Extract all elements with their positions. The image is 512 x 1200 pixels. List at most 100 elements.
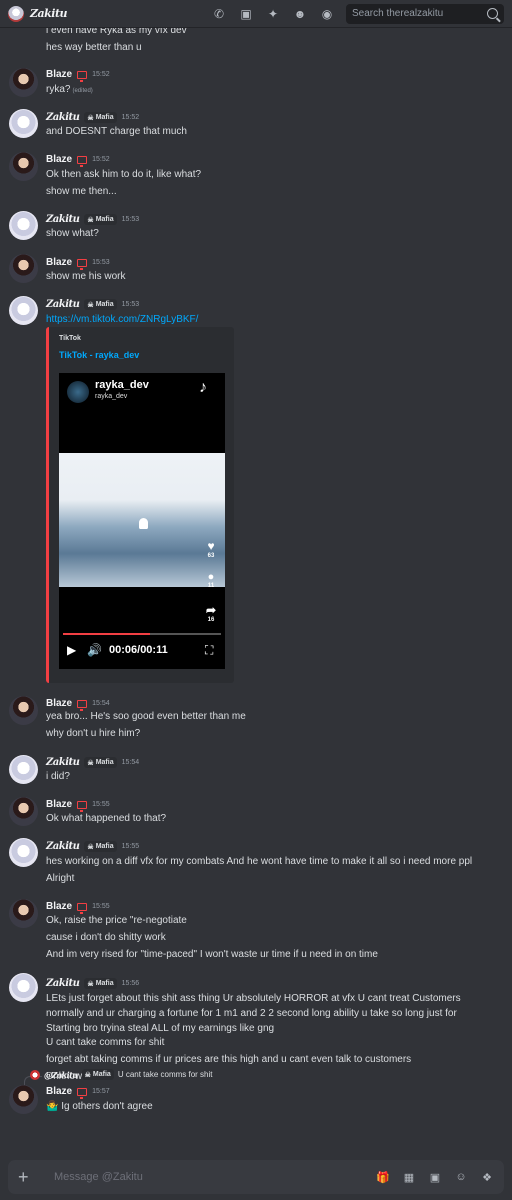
like-count: 63 [207,553,215,559]
author-name[interactable]: Zakitu [46,757,80,768]
phone-icon[interactable]: ✆ [212,7,226,21]
monitor-icon [77,699,88,711]
reply-author[interactable]: @Zakitu [44,1070,78,1080]
share-counter[interactable]: ➦ 16 [203,603,219,623]
timestamp: 15:52 [121,114,140,121]
timestamp: 15:53 [92,259,110,266]
author-name[interactable]: Blaze [46,901,72,912]
author-name[interactable]: Zakitu [46,214,80,225]
video-time: 00:06/00:11 [109,644,168,656]
video-figure [139,518,148,529]
avatar[interactable] [9,838,38,867]
role-label: Mafia [95,980,114,987]
message-text: why don't u hire him? [46,728,141,739]
volume-icon[interactable]: 🔊 [87,643,102,657]
timestamp: 15:57 [92,1088,110,1095]
dm-avatar[interactable] [8,5,24,22]
avatar[interactable] [9,797,38,826]
avatar[interactable] [9,899,38,928]
search-icon[interactable] [487,8,498,19]
gif-icon[interactable]: ▦ [402,1171,416,1184]
video-progress-bar[interactable] [63,633,221,635]
video-player[interactable]: rayka_dev rayka_dev ♪ ♥ 63 ● 11 ➦ 16 ▶ 🔊 00… [59,373,225,669]
add-attachment-icon[interactable]: + [18,1167,38,1188]
role-tag: ☠ Mafia [84,841,117,852]
play-icon[interactable]: ▶ [67,643,76,657]
message-body: ryka? [46,84,71,95]
emoji-icon[interactable]: ☺ [454,1171,468,1184]
avatar[interactable] [9,696,38,725]
avatar[interactable] [9,152,38,181]
search-box[interactable] [346,3,504,24]
message-header: Zakitu ☠ Mafia 15:53 [46,299,139,310]
author-name[interactable]: Blaze [46,257,72,268]
comment-counter[interactable]: ● 11 [203,571,219,589]
avatar[interactable] [9,755,38,784]
message-text: Ok then ask him to do it, like what? [46,169,202,180]
avatar[interactable] [9,109,38,138]
role-label: Mafia [95,301,114,308]
author-name[interactable]: Blaze [46,698,72,709]
pin-icon[interactable]: ✦ [266,7,280,21]
message-text: i did? [46,771,70,782]
message-link[interactable]: https://vm.tiktok.com/ZNRgLyBKF/ [46,314,198,325]
author-name[interactable]: Blaze [46,154,72,165]
author-name[interactable]: Blaze [46,69,72,80]
author-name[interactable]: Blaze [46,1086,72,1097]
video-handle: rayka_dev [95,393,128,400]
avatar[interactable] [9,1085,38,1114]
message-header: Blaze 15:57 [46,1086,110,1099]
avatar[interactable] [9,211,38,240]
avatar[interactable] [9,254,38,283]
message-text: cause i don't do shitty work [46,932,166,943]
comment-icon: ● [207,571,215,583]
message-header: Blaze 15:53 [46,257,110,270]
message-header: Zakitu ☠ Mafia 15:52 [46,112,139,123]
search-input[interactable] [352,8,487,19]
monitor-icon [77,1087,88,1099]
timestamp: 15:53 [121,301,140,308]
share-icon: ➦ [205,603,217,617]
skull-icon: ☠ [84,1071,91,1079]
heart-icon: ♥ [207,539,215,553]
message-header: Zakitu ☠ Mafia 15:55 [46,841,139,852]
reply-avatar [30,1069,40,1080]
avatar[interactable] [9,296,38,325]
fullscreen-icon[interactable]: ⛶ [205,643,213,658]
monitor-icon [77,800,88,812]
avatar[interactable] [9,973,38,1002]
add-member-icon[interactable]: ☻ [293,7,307,21]
message-text: Ok, raise the price "re-negotiate [46,915,187,926]
gift-icon[interactable]: 🎁 [376,1171,390,1184]
role-tag: ☠ Mafia [84,978,117,989]
author-name[interactable]: Blaze [46,799,72,810]
message-text: 🤷‍♂️ Ig others don't agree [46,1101,153,1112]
author-name[interactable]: Zakitu [46,112,80,123]
timestamp: 15:52 [92,71,110,78]
apps-icon[interactable]: ❖ [480,1171,494,1184]
video-call-icon[interactable]: ▣ [239,7,253,21]
embed-provider[interactable]: TikTok [59,335,81,342]
role-label: Mafia [92,1071,111,1078]
author-name[interactable]: Zakitu [46,841,80,852]
message-input[interactable] [54,1171,376,1183]
avatar[interactable] [9,68,38,97]
message-header: Blaze 15:55 [46,901,110,914]
like-counter[interactable]: ♥ 63 [203,539,219,559]
sticker-icon[interactable]: ▣ [428,1171,442,1184]
message-header: Blaze 15:55 [46,799,110,812]
message-list: i even have Ryka as my vfx dev hes way b… [0,28,512,1158]
profile-icon[interactable]: ◉ [320,7,334,21]
author-name[interactable]: Zakitu [46,299,80,310]
author-name[interactable]: Zakitu [46,978,80,989]
comment-count: 11 [207,583,215,589]
embed-title[interactable]: TikTok - rayka_dev [59,350,139,360]
message-text: Alright [46,873,75,884]
role-label: Mafia [95,114,114,121]
message-header: Blaze 15:52 [46,69,110,82]
message-text: And im very rised for "time-paced" I won… [46,949,378,960]
reply-preview[interactable]: @Zakitu ☠ Mafia U cant take comms for shi… [30,1069,213,1080]
dm-title: Zakitu [30,7,68,20]
video-progress-fill [63,633,150,635]
message-text: LEts just forget about this shit ass thi… [46,993,461,1034]
